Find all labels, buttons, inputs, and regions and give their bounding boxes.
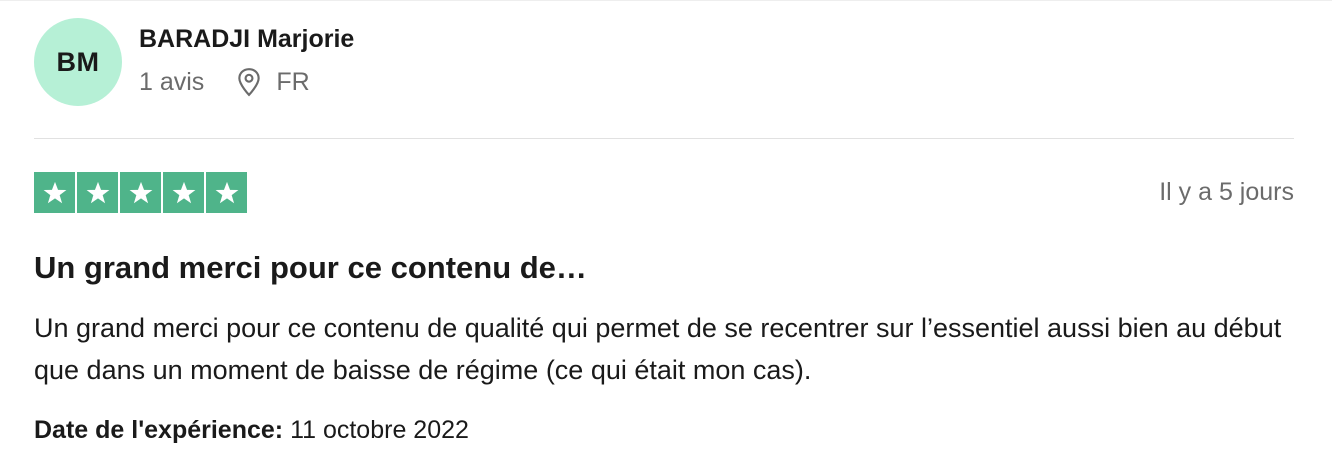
country-code: FR bbox=[276, 67, 310, 96]
reviewer-location: FR bbox=[236, 67, 310, 97]
reviewer-name[interactable]: BARADJI Marjorie bbox=[139, 25, 354, 54]
divider bbox=[34, 138, 1294, 139]
star-icon bbox=[120, 172, 161, 213]
star-icon bbox=[206, 172, 247, 213]
star-icon bbox=[163, 172, 204, 213]
experience-date: Date de l'expérience: 11 octobre 2022 bbox=[34, 416, 469, 445]
avatar[interactable]: BM bbox=[34, 18, 122, 106]
review-text: Un grand merci pour ce contenu de qualit… bbox=[34, 313, 1282, 385]
location-pin-icon bbox=[238, 68, 261, 97]
review-card: BM BARADJI Marjorie 1 avis FR Il y a 5 j… bbox=[0, 0, 1332, 468]
review-time-ago: Il y a 5 jours bbox=[1159, 178, 1294, 206]
star-icon bbox=[34, 172, 75, 213]
review-count: 1 avis bbox=[139, 67, 205, 96]
star-icon bbox=[77, 172, 118, 213]
experience-date-value: 11 octobre 2022 bbox=[290, 416, 469, 444]
reviewer-meta: 1 avis FR bbox=[139, 67, 310, 97]
review-title[interactable]: Un grand merci pour ce contenu de… bbox=[34, 250, 587, 286]
experience-date-label: Date de l'expérience: bbox=[34, 416, 291, 444]
star-rating bbox=[34, 172, 247, 213]
